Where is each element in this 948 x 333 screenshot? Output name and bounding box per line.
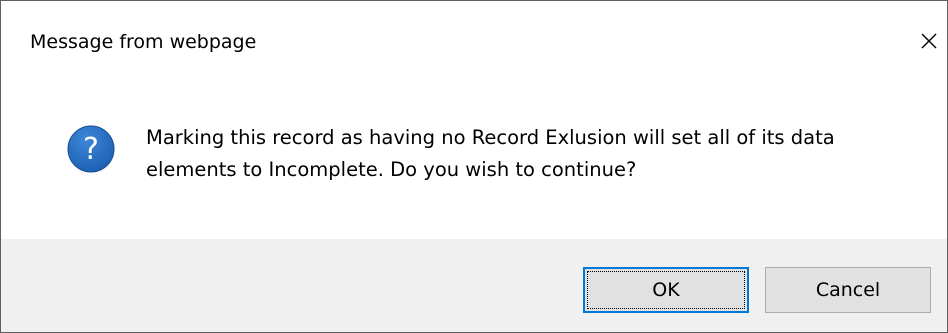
cancel-button-label: Cancel bbox=[815, 279, 881, 301]
dialog-footer: OK Cancel bbox=[1, 239, 947, 332]
close-button[interactable] bbox=[907, 21, 947, 61]
focus-ring bbox=[587, 271, 745, 309]
svg-text:?: ? bbox=[83, 132, 99, 167]
dialog-title: Message from webpage bbox=[30, 31, 257, 53]
dialog-message: Marking this record as having no Record … bbox=[146, 126, 835, 181]
cancel-button[interactable]: Cancel bbox=[765, 267, 931, 313]
dialog-content: ? Marking this record as having no Recor… bbox=[1, 81, 947, 239]
ok-button[interactable]: OK bbox=[583, 267, 749, 313]
message-dialog: Message from webpage ? Marking this reco… bbox=[0, 0, 948, 333]
dialog-titlebar: Message from webpage bbox=[1, 1, 947, 81]
question-icon: ? bbox=[67, 125, 115, 173]
close-icon bbox=[921, 33, 937, 49]
